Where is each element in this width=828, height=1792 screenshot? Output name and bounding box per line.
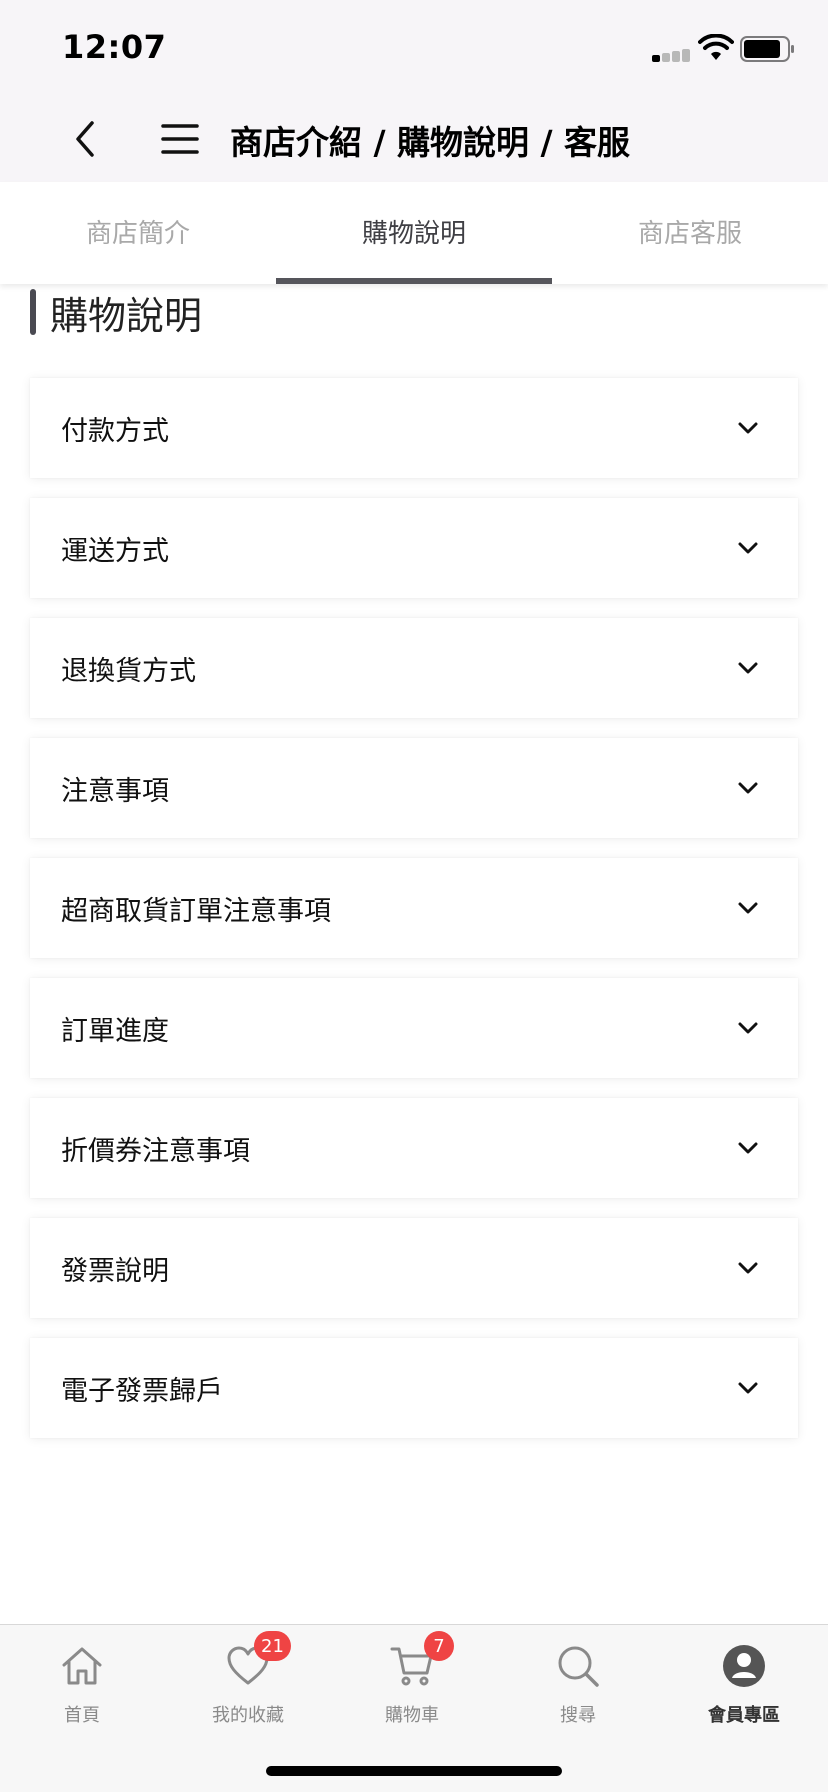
chevron-down-icon	[738, 902, 758, 914]
tabbar-label: 購物車	[385, 1705, 439, 1726]
tabbar-item-favorites[interactable]: 21 我的收藏	[188, 1625, 308, 1735]
tabbar-label: 首頁	[64, 1705, 100, 1726]
tab-shopping-guide[interactable]: 購物說明	[276, 182, 552, 284]
cart-badge: 7	[424, 1631, 454, 1661]
tabbar-label: 我的收藏	[212, 1705, 284, 1726]
accordion-item-store-pickup[interactable]: 超商取貨訂單注意事項	[30, 858, 798, 958]
tab-strip: 商店簡介 購物說明 商店客服	[0, 182, 828, 284]
tabbar-item-search[interactable]: 搜尋	[518, 1625, 638, 1735]
battery-icon	[740, 36, 794, 62]
accordion-item-payment[interactable]: 付款方式	[30, 378, 798, 478]
tabbar-item-member[interactable]: 會員專區	[684, 1625, 804, 1735]
accordion-label: 發票說明	[61, 1255, 169, 1287]
tabbar-item-cart[interactable]: 7 購物車	[352, 1625, 472, 1735]
cellular-signal-icon	[652, 48, 692, 62]
accordion-item-invoice[interactable]: 發票說明	[30, 1218, 798, 1318]
faq-accordion: 付款方式 運送方式 退換貨方式 注意事項 超商取貨訂單注意事項 訂單進度 折價券…	[30, 378, 798, 1458]
accordion-item-returns[interactable]: 退換貨方式	[30, 618, 798, 718]
nav-header: 商店介紹 / 購物說明 / 客服	[0, 96, 828, 182]
accordion-item-e-invoice-carrier[interactable]: 電子發票歸戶	[30, 1338, 798, 1438]
home-indicator	[266, 1766, 562, 1776]
status-time: 12:07	[62, 28, 167, 66]
accordion-label: 退換貨方式	[61, 655, 196, 687]
status-bar: 12:07	[0, 0, 828, 96]
home-icon	[62, 1647, 102, 1685]
chevron-left-icon	[76, 121, 94, 157]
back-button[interactable]	[60, 114, 110, 164]
chevron-down-icon	[738, 422, 758, 434]
chevron-down-icon	[738, 662, 758, 674]
accordion-label: 運送方式	[61, 535, 169, 567]
wifi-icon	[698, 34, 734, 60]
accordion-label: 超商取貨訂單注意事項	[61, 895, 331, 927]
chevron-down-icon	[738, 1262, 758, 1274]
accordion-label: 折價券注意事項	[61, 1135, 250, 1167]
user-avatar-icon	[723, 1645, 765, 1687]
menu-button[interactable]	[154, 114, 206, 164]
accordion-label: 注意事項	[61, 775, 169, 807]
chevron-down-icon	[738, 542, 758, 554]
accordion-item-order-status[interactable]: 訂單進度	[30, 978, 798, 1078]
chevron-down-icon	[738, 782, 758, 794]
page-title: 商店介紹 / 購物說明 / 客服	[230, 123, 631, 162]
tab-store-intro[interactable]: 商店簡介	[0, 182, 276, 284]
tabbar-item-home[interactable]: 首頁	[22, 1625, 142, 1735]
accordion-label: 訂單進度	[61, 1015, 169, 1047]
chevron-down-icon	[738, 1142, 758, 1154]
tab-customer-service[interactable]: 商店客服	[552, 182, 828, 284]
favorites-badge: 21	[254, 1631, 291, 1661]
tabbar-label: 搜尋	[560, 1705, 596, 1726]
accordion-label: 付款方式	[61, 415, 169, 447]
accordion-label: 電子發票歸戶	[61, 1375, 223, 1407]
accordion-item-notes[interactable]: 注意事項	[30, 738, 798, 838]
section-heading: 購物說明	[30, 288, 202, 338]
search-icon	[558, 1646, 599, 1687]
chevron-down-icon	[738, 1382, 758, 1394]
accordion-item-shipping[interactable]: 運送方式	[30, 498, 798, 598]
hamburger-menu-icon	[161, 124, 199, 154]
tabbar-label: 會員專區	[708, 1705, 780, 1726]
accordion-item-coupons[interactable]: 折價券注意事項	[30, 1098, 798, 1198]
section-accent-bar	[30, 289, 36, 335]
chevron-down-icon	[738, 1022, 758, 1034]
section-title: 購物說明	[50, 293, 203, 338]
